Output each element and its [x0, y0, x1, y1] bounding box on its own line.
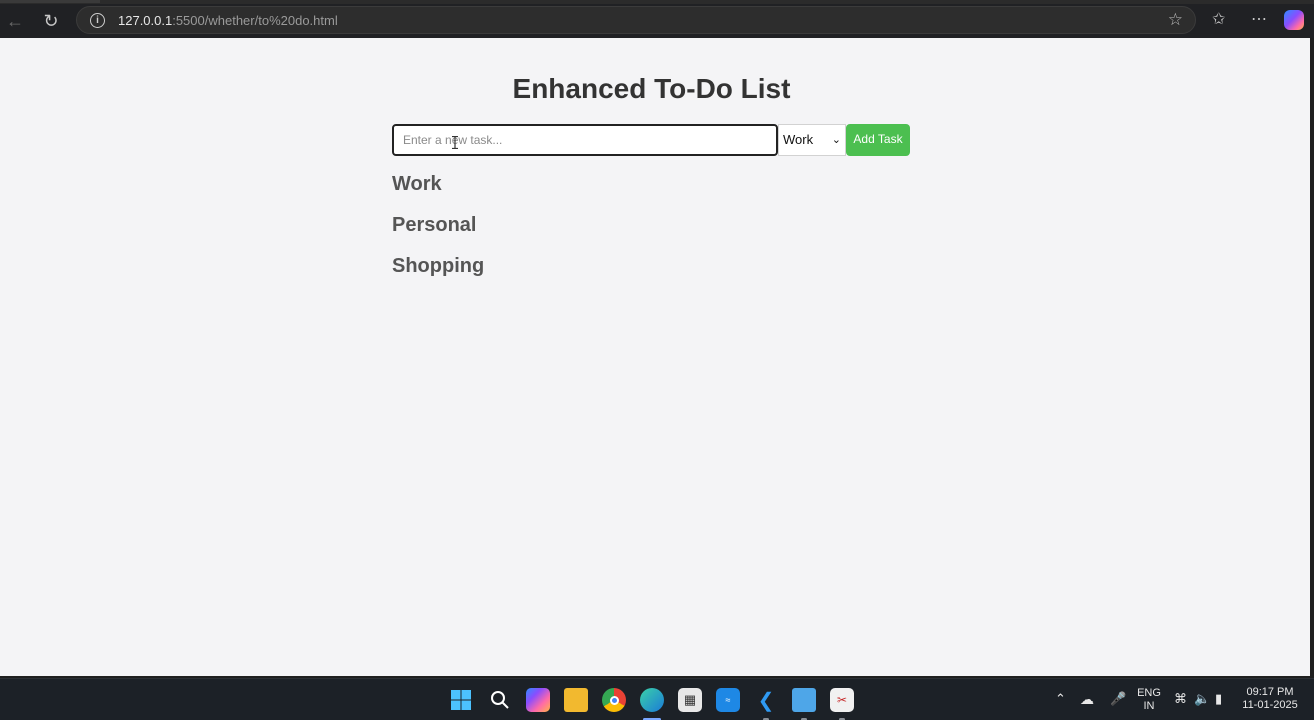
tab-strip-hint: [0, 0, 100, 3]
window-edge: [1310, 38, 1314, 676]
address-bar[interactable]: i 127.0.0.1:5500/whether/to%20do.html ☆: [76, 6, 1196, 34]
snipping-tool-icon[interactable]: ✂: [830, 688, 854, 712]
language-indicator[interactable]: ENG IN: [1136, 687, 1162, 713]
star-icon[interactable]: ☆: [1168, 10, 1183, 30]
category-heading-work: Work: [392, 173, 442, 195]
page-title: Enhanced To-Do List: [512, 73, 791, 104]
chrome-icon[interactable]: [602, 688, 626, 712]
language-code: ENG: [1137, 687, 1161, 699]
edge-icon[interactable]: [640, 688, 664, 712]
info-icon[interactable]: i: [90, 13, 105, 28]
clock-time: 09:17 PM: [1246, 686, 1294, 698]
battery-icon[interactable]: ▮: [1215, 691, 1222, 707]
copilot-app-icon[interactable]: [526, 688, 550, 712]
copilot-icon[interactable]: [1284, 10, 1304, 30]
url-path: :5500/whether/to%20do.html: [172, 13, 338, 28]
task-input[interactable]: Enter a new task...: [392, 124, 778, 156]
file-explorer-icon[interactable]: [564, 688, 588, 712]
clock-date: 11-01-2025: [1242, 699, 1298, 711]
microsoft-store-icon[interactable]: ▦: [678, 688, 702, 712]
browser-toolbar: ← ↻ i 127.0.0.1:5500/whether/to%20do.htm…: [0, 0, 1314, 40]
more-menu-icon[interactable]: ⋯: [1251, 9, 1267, 29]
favorites-icon[interactable]: ✩: [1212, 9, 1225, 29]
volume-icon[interactable]: 🔈: [1194, 691, 1210, 707]
text-cursor-icon: [452, 136, 458, 149]
windows-start-icon[interactable]: [449, 688, 473, 712]
taskbar: ▦ ≈ ❮ ✂ ⌃ ☁ 🎤 ENG IN ⌘ 🔈 ▮ 09:17 PM 11-0…: [0, 678, 1314, 720]
category-select[interactable]: Work ⌄: [778, 124, 846, 156]
back-arrow-icon[interactable]: ←: [2, 8, 28, 34]
mysql-workbench-icon[interactable]: ≈: [716, 688, 740, 712]
tab-strip-edge: [0, 0, 1314, 4]
notepad-icon[interactable]: [792, 688, 816, 712]
category-select-value: Work: [783, 132, 814, 147]
chevron-down-icon: ⌄: [831, 134, 841, 146]
clock[interactable]: 09:17 PM 11-01-2025: [1238, 686, 1302, 712]
category-heading-personal: Personal: [392, 214, 477, 236]
refresh-icon[interactable]: ↻: [38, 8, 64, 34]
add-task-button[interactable]: Add Task: [846, 124, 910, 156]
category-heading-shopping: Shopping: [392, 255, 485, 277]
chevron-up-icon[interactable]: ⌃: [1055, 691, 1066, 707]
url-text[interactable]: 127.0.0.1:5500/whether/to%20do.html: [118, 13, 338, 28]
url-host: 127.0.0.1: [118, 13, 173, 28]
region-code: IN: [1143, 700, 1155, 712]
page-viewport: Enhanced To-Do List Enter a new task... …: [0, 38, 1310, 676]
search-icon[interactable]: [488, 688, 512, 712]
onedrive-cloud-icon[interactable]: ☁: [1080, 691, 1094, 708]
vscode-icon[interactable]: ❮: [754, 688, 778, 712]
wifi-icon[interactable]: ⌘: [1174, 691, 1187, 707]
microphone-icon[interactable]: 🎤: [1110, 691, 1126, 707]
